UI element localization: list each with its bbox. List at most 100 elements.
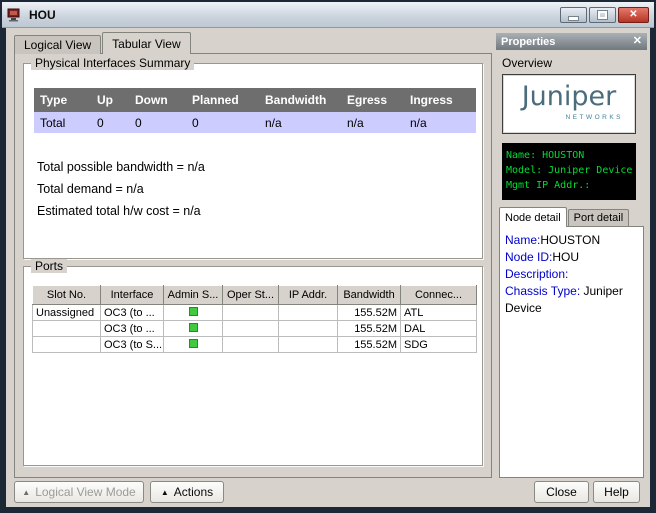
- maximize-button[interactable]: [589, 7, 616, 23]
- note-total-demand: Total demand = n/a: [37, 178, 205, 200]
- summary-notes: Total possible bandwidth = n/a Total dem…: [37, 156, 205, 222]
- table-row[interactable]: Unassigned OC3 (to ... 155.52M ATL: [33, 305, 477, 321]
- tab-node-detail[interactable]: Node detail: [499, 207, 567, 226]
- admin-status-up-icon: [189, 307, 198, 316]
- tab-port-detail[interactable]: Port detail: [568, 209, 630, 226]
- properties-header: Properties ✕: [496, 33, 647, 50]
- column-header-slot[interactable]: Slot No.: [33, 286, 101, 305]
- cell-slot: [33, 321, 101, 337]
- close-button[interactable]: Close: [534, 481, 589, 503]
- table-row[interactable]: OC3 (to ... 155.52M DAL: [33, 321, 477, 337]
- collapse-arrow-icon: ▲: [161, 488, 169, 497]
- column-header-interface[interactable]: Interface: [101, 286, 164, 305]
- cell-admin-status: [164, 321, 223, 337]
- detail-line-chassis-type: Chassis Type: Juniper Device: [505, 283, 638, 317]
- juniper-logo-text: Juniper: [503, 81, 635, 112]
- properties-body: Overview Juniper NETWORKS Name: HOUSTON …: [496, 50, 647, 478]
- group-title: Physical Interfaces Summary: [31, 56, 194, 70]
- cell-planned: 0: [186, 112, 259, 133]
- view-tab-bar: Logical View Tabular View: [14, 32, 192, 54]
- minimize-icon: [569, 17, 578, 20]
- cell-down: 0: [129, 112, 186, 133]
- cell-oper-status: [223, 321, 279, 337]
- table-row[interactable]: Total 0 0 0 n/a n/a n/a: [34, 112, 476, 133]
- terminal-line-name: Name: HOUSTON: [506, 148, 632, 163]
- column-header: Type: [34, 88, 91, 112]
- cell-oper-status: [223, 305, 279, 321]
- actions-label: Actions: [174, 485, 213, 499]
- logical-view-mode-button[interactable]: ▲ Logical View Mode: [14, 481, 144, 503]
- terminal-line-model: Model: Juniper Device: [506, 163, 632, 178]
- admin-status-up-icon: [189, 339, 198, 348]
- column-header: Egress: [341, 88, 404, 112]
- cell-interface: OC3 (to ...: [101, 321, 164, 337]
- minimize-button[interactable]: [560, 7, 587, 23]
- tab-tabular-view[interactable]: Tabular View: [102, 32, 190, 54]
- close-icon: ✕: [633, 35, 642, 47]
- help-label: Help: [604, 485, 629, 499]
- column-header-admin-status[interactable]: Admin S...: [164, 286, 223, 305]
- group-title: Ports: [31, 259, 67, 273]
- cell-bandwidth: 155.52M: [338, 305, 401, 321]
- cell-type: Total: [34, 112, 91, 133]
- cell-slot: Unassigned: [33, 305, 101, 321]
- physical-interfaces-summary-group: Physical Interfaces Summary Type Up Down…: [23, 63, 483, 259]
- summary-header-row: Type Up Down Planned Bandwidth Egress In…: [34, 88, 476, 112]
- properties-close-button[interactable]: ✕: [633, 36, 642, 47]
- actions-button[interactable]: ▲ Actions: [150, 481, 224, 503]
- cell-ip-addr: [279, 337, 338, 353]
- close-label: Close: [546, 485, 577, 499]
- cell-admin-status: [164, 337, 223, 353]
- column-header-oper-status[interactable]: Oper St...: [223, 286, 279, 305]
- admin-status-up-icon: [189, 323, 198, 332]
- column-header: Ingress: [404, 88, 476, 112]
- properties-panel: Properties ✕ Overview Juniper NETWORKS N…: [496, 33, 647, 478]
- ports-table: Slot No. Interface Admin S... Oper St...…: [32, 285, 477, 353]
- detail-line-description: Description:: [505, 266, 638, 283]
- ports-group: Ports Slot No. Interface Admin S... Oper…: [23, 266, 483, 466]
- window-icon: [7, 8, 23, 22]
- overview-label: Overview: [502, 56, 644, 70]
- close-window-button[interactable]: ✕: [618, 7, 649, 23]
- ports-header-row: Slot No. Interface Admin S... Oper St...…: [33, 286, 477, 305]
- cell-interface: OC3 (to S...: [101, 337, 164, 353]
- maximize-icon: [598, 11, 607, 19]
- cell-oper-status: [223, 337, 279, 353]
- logical-view-mode-label: Logical View Mode: [35, 485, 136, 499]
- cell-connec: SDG: [401, 337, 477, 353]
- column-header: Planned: [186, 88, 259, 112]
- footer-bar: ▲ Logical View Mode ▲ Actions Close Help: [6, 481, 650, 507]
- table-row[interactable]: OC3 (to S... 155.52M SDG: [33, 337, 477, 353]
- tab-logical-view[interactable]: Logical View: [14, 35, 101, 54]
- tabular-view-panel: Physical Interfaces Summary Type Up Down…: [14, 53, 492, 478]
- cell-connec: DAL: [401, 321, 477, 337]
- cell-bandwidth: n/a: [259, 112, 341, 133]
- properties-title: Properties: [501, 36, 555, 48]
- detail-tab-bar: Node detail Port detail: [499, 207, 644, 226]
- cell-bandwidth: 155.52M: [338, 321, 401, 337]
- cell-up: 0: [91, 112, 129, 133]
- column-header: Down: [129, 88, 186, 112]
- cell-connec: ATL: [401, 305, 477, 321]
- note-estimated-cost: Estimated total h/w cost = n/a: [37, 200, 205, 222]
- column-header-ip-addr[interactable]: IP Addr.: [279, 286, 338, 305]
- juniper-logo: Juniper NETWORKS: [502, 74, 636, 134]
- window-title: HOU: [29, 8, 56, 22]
- node-detail-panel: Name:HOUSTON Node ID:HOU Description: Ch…: [499, 226, 644, 478]
- column-header-bandwidth[interactable]: Bandwidth: [338, 286, 401, 305]
- cell-slot: [33, 337, 101, 353]
- column-header-connec[interactable]: Connec...: [401, 286, 477, 305]
- column-header: Up: [91, 88, 129, 112]
- cell-ip-addr: [279, 321, 338, 337]
- summary-table: Type Up Down Planned Bandwidth Egress In…: [34, 88, 476, 133]
- cell-admin-status: [164, 305, 223, 321]
- device-info-terminal: Name: HOUSTON Model: Juniper Device Mgmt…: [502, 143, 636, 200]
- cell-bandwidth: 155.52M: [338, 337, 401, 353]
- cell-ip-addr: [279, 305, 338, 321]
- cell-egress: n/a: [341, 112, 404, 133]
- help-button[interactable]: Help: [593, 481, 640, 503]
- app-body: Logical View Tabular View Physical Inter…: [6, 28, 650, 507]
- title-bar[interactable]: HOU ✕: [2, 2, 654, 28]
- cell-ingress: n/a: [404, 112, 476, 133]
- collapse-arrow-icon: ▲: [22, 488, 30, 497]
